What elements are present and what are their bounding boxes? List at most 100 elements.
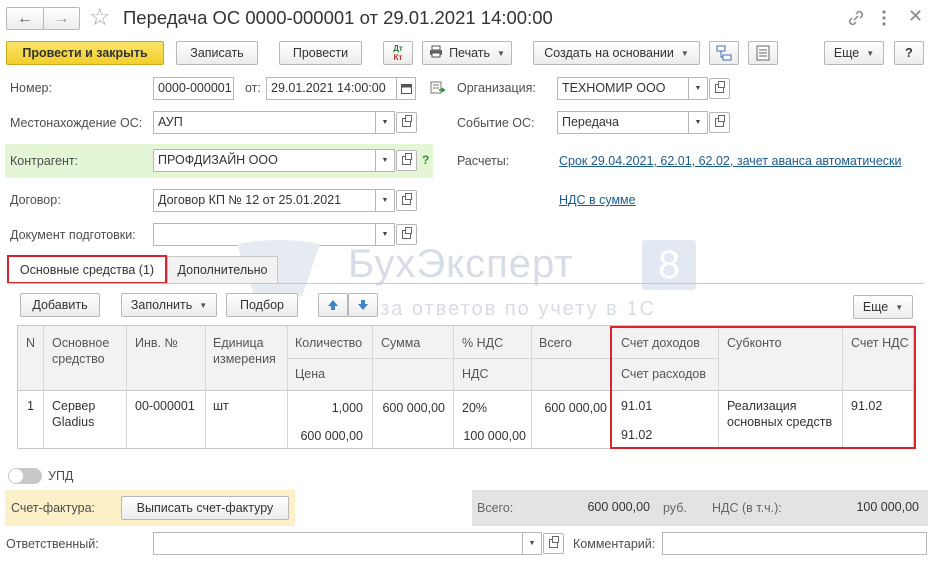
calendar-icon	[400, 84, 412, 94]
favorite-star-icon[interactable]: ☆	[89, 4, 111, 32]
col-header-asset[interactable]: Основное средство	[52, 335, 124, 367]
total-label: Всего:	[477, 501, 514, 515]
total-value: 600 000,00	[521, 496, 655, 519]
currency-label: руб.	[663, 501, 687, 515]
responsible-field[interactable]	[153, 532, 523, 555]
contractor-open-button[interactable]	[396, 150, 417, 171]
location-field[interactable]: АУП	[153, 111, 376, 134]
structure-button[interactable]	[709, 41, 739, 65]
tab-additional[interactable]: Дополнительно	[167, 256, 278, 283]
settlements-link[interactable]: Срок 29.04.2021, 62.01, 62.02, зачет ава…	[559, 154, 901, 168]
dropdown-arrow-icon: ▼	[497, 48, 505, 58]
upd-toggle[interactable]	[8, 468, 42, 484]
arrow-down-icon	[358, 300, 368, 310]
table-more-button[interactable]: Еще ▼	[853, 295, 913, 319]
dropdown-arrow-icon: ▼	[895, 302, 904, 312]
col-header-unit[interactable]: Единица измерения	[213, 335, 285, 367]
contract-field[interactable]: Договор КП № 12 от 25.01.2021	[153, 189, 376, 212]
watermark-brand: БухЭксперт	[348, 242, 574, 286]
dropdown-arrow-icon: ▼	[199, 300, 208, 310]
event-label: Событие ОС:	[457, 116, 535, 130]
contract-open-button[interactable]	[396, 190, 417, 211]
hierarchy-icon	[716, 45, 732, 61]
col-header-n[interactable]: N	[26, 335, 35, 351]
organization-label: Организация:	[457, 81, 536, 95]
window-title: Передача ОС 0000-000001 от 29.01.2021 14…	[123, 7, 553, 28]
contract-label: Договор:	[10, 193, 61, 207]
add-button[interactable]: Добавить	[20, 293, 100, 317]
cell-qty: 1,000	[331, 401, 363, 415]
contractor-field[interactable]: ПРОФДИЗАЙН ООО	[153, 149, 376, 172]
forward-button[interactable]: →	[43, 7, 80, 30]
dt-kt-button[interactable]: Дт Кт	[383, 41, 413, 65]
col-header-vat-pct[interactable]: % НДС	[462, 335, 503, 351]
number-label: Номер:	[10, 81, 52, 95]
location-label: Местонахождение ОС:	[10, 116, 143, 130]
settlements-label: Расчеты:	[457, 154, 510, 168]
move-up-button[interactable]	[318, 293, 348, 317]
toggle-knob	[9, 469, 23, 483]
close-icon[interactable]: ✕	[908, 6, 923, 27]
fill-button[interactable]: Заполнить ▼	[121, 293, 217, 317]
col-header-price[interactable]: Цена	[295, 366, 325, 382]
organization-open-button[interactable]	[709, 78, 730, 99]
vat-in-sum-link[interactable]: НДС в сумме	[559, 193, 636, 207]
invoice-label: Счет-фактура:	[11, 501, 96, 515]
cell-asset: Сервер Gladius	[52, 399, 96, 429]
post-and-close-button[interactable]: Провести и закрыть	[6, 41, 164, 65]
dropdown-arrow-icon: ▼	[680, 48, 689, 58]
more-button[interactable]: Еще ▼	[824, 41, 884, 65]
report-button[interactable]	[748, 41, 778, 65]
upd-label: УПД	[48, 469, 74, 483]
save-button[interactable]: Записать	[176, 41, 258, 65]
col-header-inv[interactable]: Инв. №	[135, 335, 178, 351]
number-field[interactable]: 0000-000001	[153, 77, 234, 100]
post-button[interactable]: Провести	[279, 41, 362, 65]
move-down-button[interactable]	[348, 293, 378, 317]
open-icon	[715, 115, 725, 127]
contractor-dropdown[interactable]: ▼	[375, 149, 395, 172]
arrow-up-icon	[328, 300, 338, 310]
dropdown-arrow-icon: ▼	[866, 48, 875, 58]
issue-invoice-button[interactable]: Выписать счет-фактуру	[121, 496, 289, 520]
comment-field[interactable]	[662, 532, 927, 555]
kebab-menu-icon[interactable]	[880, 9, 888, 27]
print-button[interactable]: Печать ▼	[422, 41, 512, 65]
select-button[interactable]: Подбор	[226, 293, 298, 317]
event-open-button[interactable]	[709, 112, 730, 133]
help-button[interactable]: ?	[894, 41, 924, 65]
contractor-help-icon[interactable]: ?	[422, 153, 429, 167]
event-dropdown[interactable]: ▼	[688, 111, 708, 134]
list-icon	[756, 45, 770, 61]
responsible-open-button[interactable]	[543, 533, 564, 554]
open-icon	[402, 227, 412, 239]
arrow-left-icon: ←	[17, 9, 33, 27]
cell-n: 1	[27, 399, 34, 413]
tab-main-assets[interactable]: Основные средства (1)	[7, 255, 167, 284]
link-icon[interactable]	[846, 8, 866, 28]
col-header-total[interactable]: Всего	[539, 335, 572, 351]
back-button[interactable]: ←	[6, 7, 44, 30]
organization-field[interactable]: ТЕХНОМИР ООО	[557, 77, 689, 100]
responsible-dropdown[interactable]: ▼	[522, 532, 542, 555]
title-bar: ← → ☆ Передача ОС 0000-000001 от 29.01.2…	[0, 0, 931, 36]
dt-kt-icon: Дт	[393, 44, 403, 53]
calendar-button[interactable]	[396, 77, 416, 100]
vat-incl-label: НДС (в т.ч.):	[712, 501, 782, 515]
organization-dropdown[interactable]: ▼	[688, 77, 708, 100]
event-field[interactable]: Передача	[557, 111, 689, 134]
contractor-label: Контрагент:	[10, 154, 79, 168]
create-based-on-button[interactable]: Создать на основании ▼	[533, 41, 700, 65]
col-header-vat[interactable]: НДС	[462, 366, 489, 382]
location-dropdown[interactable]: ▼	[375, 111, 395, 134]
open-icon	[402, 193, 412, 205]
col-header-sum[interactable]: Сумма	[381, 335, 420, 351]
date-field[interactable]: 29.01.2021 14:00:00	[266, 77, 397, 100]
cell-vat-pct: 20%	[462, 401, 488, 415]
col-header-qty[interactable]: Количество	[295, 335, 362, 351]
date-label: от:	[245, 81, 261, 95]
doc-flow-icon[interactable]	[430, 81, 446, 98]
contract-dropdown[interactable]: ▼	[375, 189, 395, 212]
printer-icon	[429, 45, 443, 61]
location-open-button[interactable]	[396, 112, 417, 133]
